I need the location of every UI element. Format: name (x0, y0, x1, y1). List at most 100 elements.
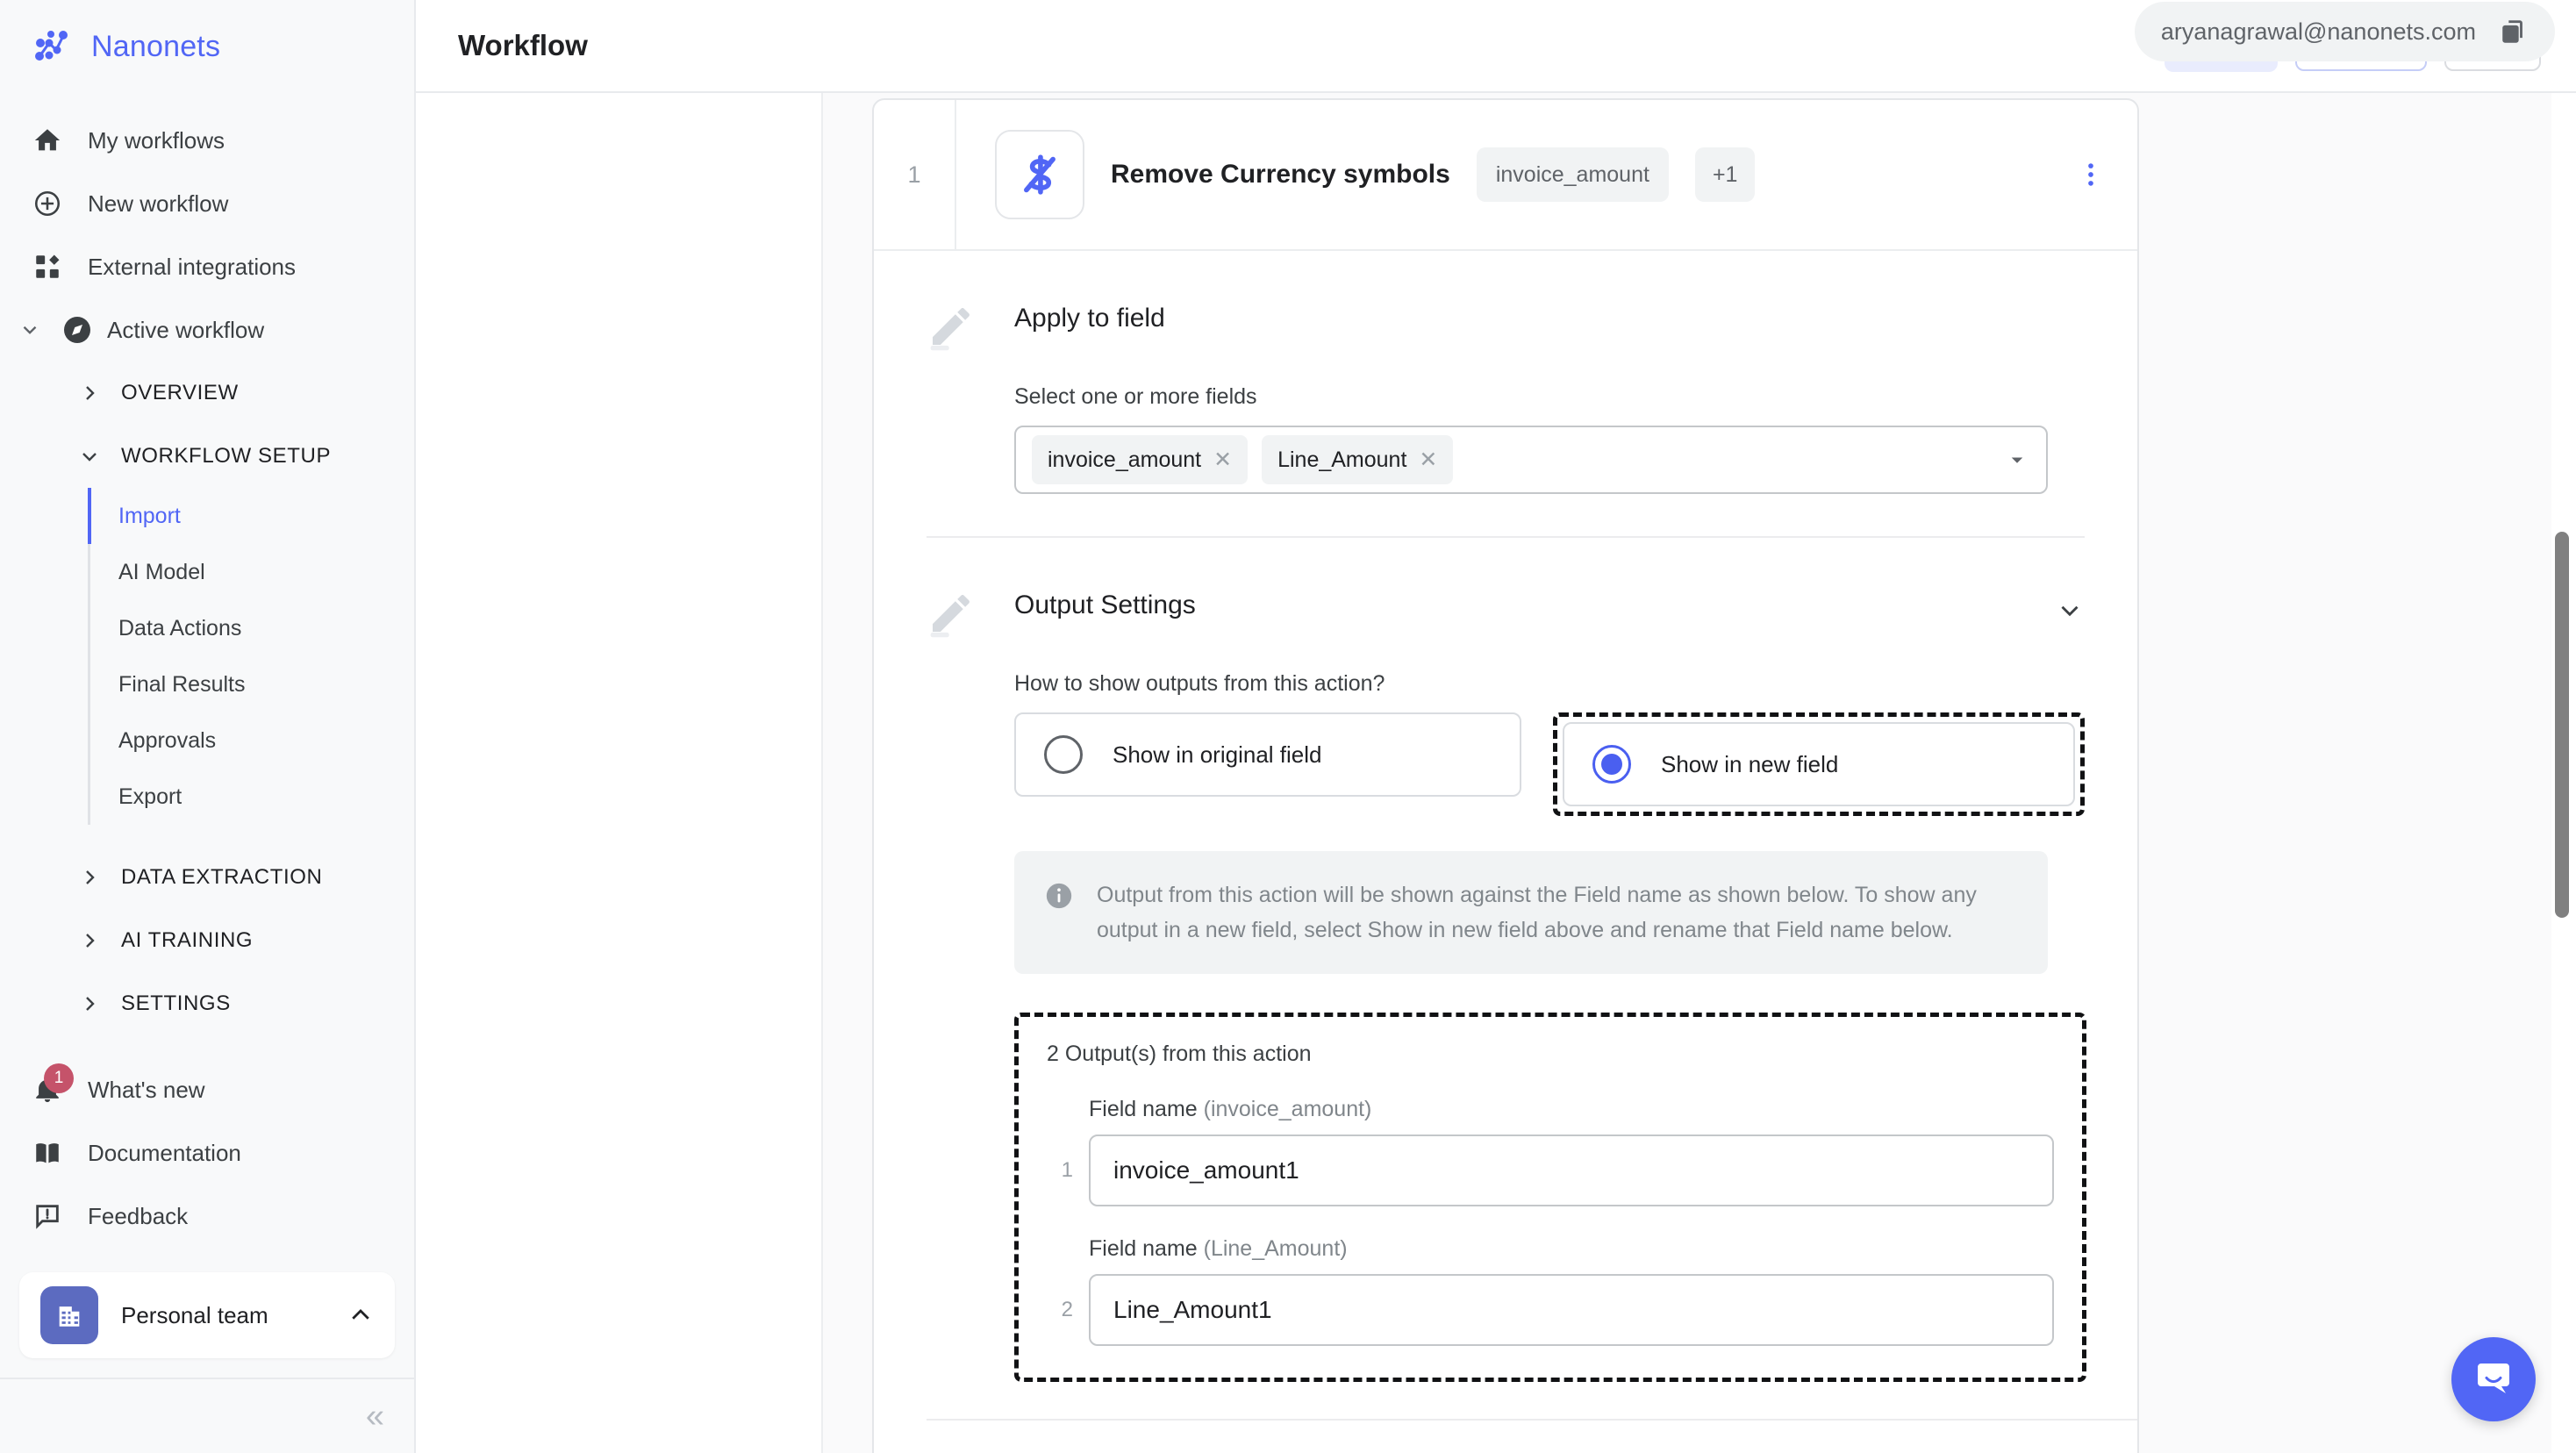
output-settings-header: Output Settings (927, 583, 2085, 638)
sidebar-primary-nav: My workflows New workflow External integ… (0, 93, 414, 1248)
vertical-scrollbar[interactable] (2555, 532, 2569, 918)
sidebar-item-external-integrations[interactable]: External integrations (0, 235, 414, 298)
sidebar-collapse-bar: « (0, 1378, 414, 1453)
sidebar-item-label: My workflows (88, 126, 225, 154)
action-step-body: Apply to field Select one or more fields… (874, 251, 2137, 1453)
outputs-count-label: 2 Output(s) from this action (1047, 1041, 1312, 1066)
book-icon (30, 1135, 65, 1170)
sidebar-subitem-label: AI Model (118, 559, 205, 584)
chevron-right-icon (75, 863, 104, 891)
team-name: Personal team (121, 1301, 268, 1328)
outputs-list: 2 Output(s) from this action Field name … (1024, 1022, 2077, 1372)
sidebar-item-active-workflow[interactable]: Active workflow (0, 298, 414, 361)
section-divider (927, 1419, 2137, 1421)
chat-bubble-icon (2472, 1356, 2515, 1403)
radio-label: Show in original field (1113, 741, 1322, 768)
sidebar-group-label: AI TRAINING (121, 928, 254, 952)
notification-badge: 1 (44, 1063, 74, 1093)
building-icon (40, 1286, 98, 1344)
app-root: Nanonets My workflows New workflow Exter… (0, 0, 2576, 1453)
select-fields-label: Select one or more fields (1014, 384, 1257, 409)
action-field-chip: invoice_amount (1476, 147, 1669, 202)
sidebar-item-ai-model[interactable]: AI Model (90, 544, 414, 600)
radio-unselected-icon (1044, 735, 1083, 774)
sidebar-group-label: OVERVIEW (121, 381, 239, 404)
sidebar-item-feedback[interactable]: Feedback (0, 1185, 414, 1248)
sidebar: Nanonets My workflows New workflow Exter… (0, 0, 416, 1453)
topbar: Workflow Sch aryanagrawal@nanonets.com (416, 0, 2576, 93)
output-mode-options: Show in original field Show in new field (1014, 712, 2085, 816)
action-step-header: 1 Remove Currency symbols invoice_amount… (874, 100, 2137, 251)
sidebar-item-approvals[interactable]: Approvals (90, 712, 414, 769)
sidebar-item-label: Documentation (88, 1139, 241, 1166)
remove-tag-icon[interactable]: ✕ (1213, 447, 1232, 473)
sidebar-group-ai-training[interactable]: AI TRAINING (0, 909, 414, 972)
intercom-chat-button[interactable] (2451, 1337, 2536, 1421)
chevron-up-icon[interactable] (347, 1302, 374, 1328)
sidebar-group-settings[interactable]: SETTINGS (0, 972, 414, 1035)
output-row: Field name (invoice_amount) 1 invoice_am… (1047, 1097, 2054, 1206)
remove-tag-icon[interactable]: ✕ (1419, 447, 1437, 473)
edit-pencil-icon (927, 589, 976, 638)
sidebar-group-workflow-setup[interactable]: WORKFLOW SETUP (0, 425, 414, 488)
radio-show-in-new-field[interactable]: Show in new field (1563, 722, 2075, 806)
sidebar-group-data-extraction[interactable]: DATA EXTRACTION (0, 846, 414, 909)
remove-currency-symbol-icon (995, 130, 1084, 219)
main-area: Workflow Sch aryanagrawal@nanonets.com (416, 0, 2576, 1453)
collapse-section-icon[interactable] (2055, 583, 2085, 626)
sidebar-group-label: WORKFLOW SETUP (121, 444, 332, 468)
output-field-source: (Line_Amount) (1203, 1236, 1348, 1261)
home-icon (30, 123, 65, 158)
radio-selected-icon (1592, 745, 1631, 784)
output-field-label-prefix: Field name (1089, 1236, 1198, 1261)
output-info-banner: Output from this action will be shown ag… (1014, 851, 2048, 974)
sidebar-group-overview[interactable]: OVERVIEW (0, 361, 414, 425)
sidebar-item-label: New workflow (88, 190, 229, 217)
collapse-sidebar-button[interactable]: « (366, 1399, 384, 1433)
output-field-name-input[interactable]: invoice_amount1 (1089, 1134, 2054, 1206)
nanonets-logo-icon (30, 25, 72, 68)
sidebar-group-label: DATA EXTRACTION (121, 865, 323, 889)
sidebar-item-export[interactable]: Export (90, 769, 414, 825)
copy-icon[interactable] (2499, 17, 2529, 47)
sidebar-subitem-label: Export (118, 784, 182, 809)
brand[interactable]: Nanonets (0, 0, 414, 93)
output-settings-section: Output Settings How to show outputs from… (874, 538, 2137, 1453)
step-card-column: 1 Remove Currency symbols invoice_amount… (823, 93, 2551, 1453)
apply-to-field-header: Apply to field (927, 297, 2085, 351)
info-icon (1044, 881, 1074, 911)
sidebar-item-final-results[interactable]: Final Results (90, 656, 414, 712)
output-field-label: Field name (Line_Amount) (1089, 1236, 2054, 1262)
sidebar-item-my-workflows[interactable]: My workflows (0, 109, 414, 172)
chevron-right-icon (75, 927, 104, 955)
sidebar-item-documentation[interactable]: Documentation (0, 1121, 414, 1185)
sidebar-item-data-actions[interactable]: Data Actions (90, 600, 414, 656)
dropdown-caret-icon[interactable] (2004, 447, 2030, 473)
radio-show-in-original-field[interactable]: Show in original field (1014, 712, 1521, 797)
edit-pencil-icon (927, 302, 976, 351)
selected-field-label: invoice_amount (1048, 447, 1202, 472)
output-index: 2 (1061, 1298, 1073, 1321)
action-title: Remove Currency symbols (1111, 160, 1450, 189)
action-step-card: 1 Remove Currency symbols invoice_amount… (872, 98, 2139, 1453)
team-switcher[interactable]: Personal team (19, 1272, 395, 1358)
apply-to-field-content: Select one or more fields invoice_amount… (927, 351, 2085, 494)
fields-multiselect[interactable]: invoice_amount ✕ Line_Amount ✕ (1014, 426, 2048, 494)
plus-circle-icon (30, 186, 65, 221)
selected-field-label: Line_Amount (1277, 447, 1407, 472)
highlight-show-in-new-field: Show in new field (1553, 712, 2085, 816)
output-settings-content: How to show outputs from this action? Sh… (927, 638, 2137, 1453)
sidebar-item-new-workflow[interactable]: New workflow (0, 172, 414, 235)
sidebar-secondary-nav: 1 What's new Documentation Feedback (0, 1058, 414, 1248)
more-options-icon[interactable] (2069, 153, 2113, 197)
sidebar-subitem-label: Final Results (118, 671, 246, 697)
feedback-icon (30, 1199, 65, 1234)
sidebar-item-whats-new[interactable]: 1 What's new (0, 1058, 414, 1121)
sidebar-group-label: SETTINGS (121, 991, 231, 1015)
output-field-name-input[interactable]: Line_Amount1 (1089, 1274, 2054, 1346)
sidebar-subitem-label: Import (118, 503, 181, 528)
output-field-source: (invoice_amount) (1203, 1097, 1372, 1121)
sidebar-item-import[interactable]: Import (88, 488, 414, 544)
highlight-outputs-block: 2 Output(s) from this action Field name … (1014, 1013, 2086, 1382)
output-field-label: Field name (invoice_amount) (1089, 1097, 2054, 1122)
